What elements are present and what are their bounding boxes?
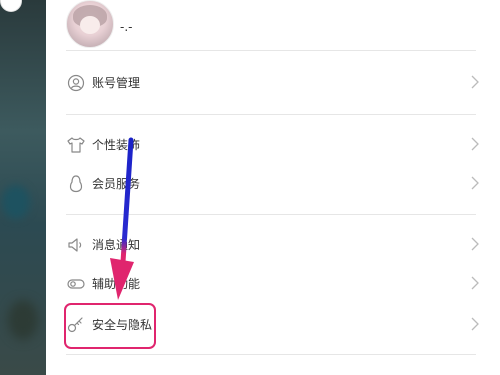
arrow-head [110,258,134,300]
arrow-shaft [120,137,134,265]
annotation-arrow [110,137,134,300]
